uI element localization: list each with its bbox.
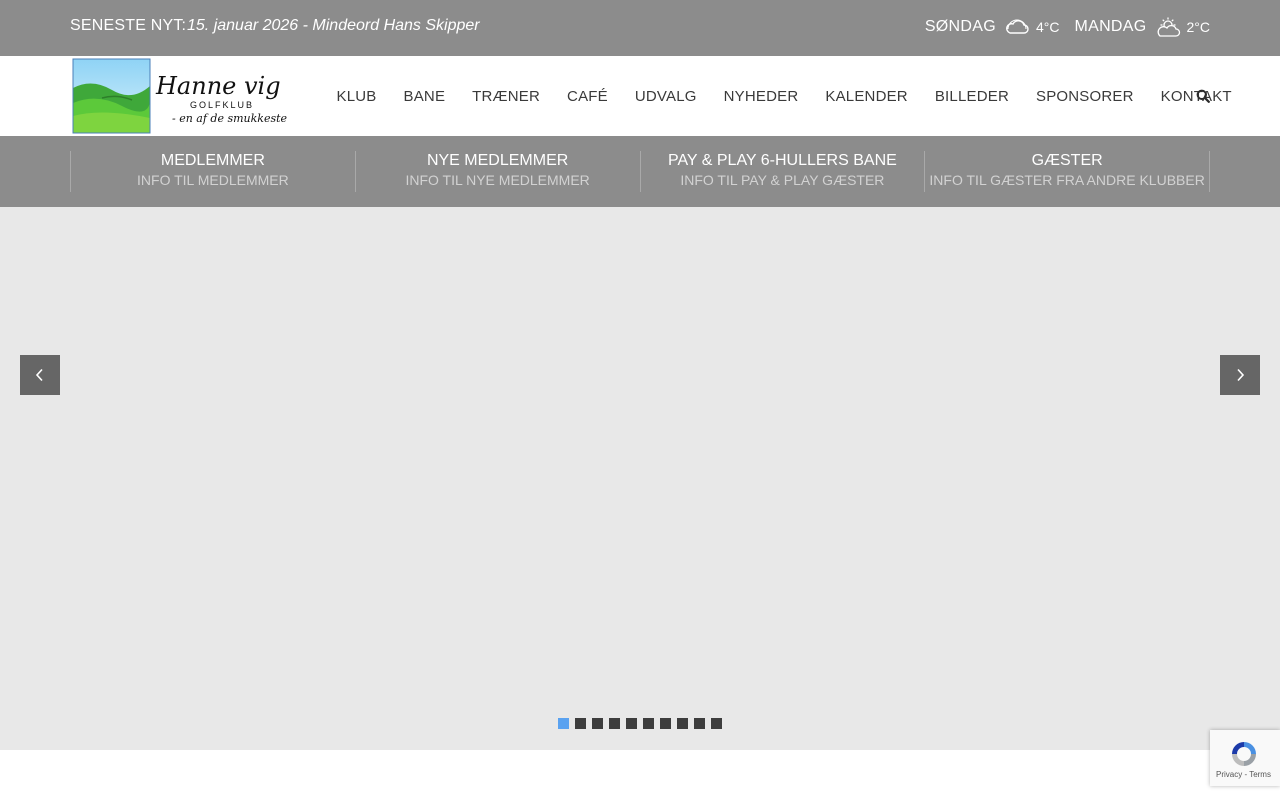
nav-cafe[interactable]: CAFÉ — [554, 88, 622, 105]
nav-sponsorer[interactable]: SPONSORER — [1022, 88, 1147, 105]
weather-day-name: MANDAG — [1074, 18, 1147, 35]
slider-dot[interactable] — [643, 718, 654, 729]
svg-text:Hanne vig: Hanne vig — [155, 72, 281, 100]
nav-nyheder[interactable]: NYHEDER — [710, 88, 812, 105]
slider-dot[interactable] — [660, 718, 671, 729]
nav-billeder[interactable]: BILLEDER — [921, 88, 1022, 105]
nav-traener[interactable]: TRÆNER — [459, 88, 554, 105]
quicklink-subtitle: INFO TIL PAY & PLAY GÆSTER — [680, 172, 885, 188]
svg-text:GOLFKLUB: GOLFKLUB — [190, 100, 254, 110]
nav-bane[interactable]: BANE — [390, 88, 459, 105]
slider-prev-button[interactable] — [20, 355, 60, 395]
main-menu: KLUB BANE TRÆNER CAFÉ UDVALG NYHEDER KAL… — [323, 56, 1245, 136]
quicklink-subtitle: INFO TIL GÆSTER FRA ANDRE KLUBBER — [929, 172, 1205, 188]
partly-cloudy-icon — [1157, 17, 1180, 37]
quicklink-title: GÆSTER — [1031, 152, 1103, 169]
club-logo[interactable]: Hanne vig GOLFKLUB - en af de smukkeste — [72, 58, 298, 134]
slider-dot[interactable] — [558, 718, 569, 729]
weather-day: SØNDAG 4°C — [925, 17, 1060, 37]
recaptcha-icon — [1232, 742, 1256, 766]
slider-dot[interactable] — [609, 718, 620, 729]
quicklink-title: MEDLEMMER — [160, 152, 265, 169]
chevron-right-icon — [1237, 368, 1245, 382]
nav-kalender[interactable]: KALENDER — [812, 88, 921, 105]
slider-dot[interactable] — [711, 718, 722, 729]
weather-day: MANDAG 2°C — [1074, 17, 1210, 37]
search-icon[interactable] — [1196, 89, 1210, 103]
quicklinks-bar: MEDLEMMER INFO TIL MEDLEMMER NYE MEDLEMM… — [0, 136, 1280, 207]
slider-dot[interactable] — [626, 718, 637, 729]
slider-dot[interactable] — [592, 718, 603, 729]
weather-day-name: SØNDAG — [924, 18, 996, 35]
recaptcha-terms-link[interactable]: Privacy - Terms — [1216, 770, 1271, 779]
top-bar: SENESTE NYT: 15. januar 2026 - Mindeord … — [0, 0, 1280, 56]
cloud-icon — [1006, 19, 1029, 34]
hero-slider — [0, 207, 1280, 750]
quicklink-gaester[interactable]: GÆSTER INFO TIL GÆSTER FRA ANDRE KLUBBER — [925, 151, 1210, 192]
quicklink-pay-and-play[interactable]: PAY & PLAY 6-HULLERS BANE INFO TIL PAY &… — [641, 151, 926, 192]
svg-text:- en af de smukkeste: - en af de smukkeste — [172, 112, 288, 125]
quicklink-title: NYE MEDLEMMER — [426, 152, 569, 169]
news-ticker-link[interactable]: 15. januar 2026 - Mindeord Hans Skipper — [187, 17, 480, 35]
slider-pagination — [558, 718, 728, 729]
weather-temp: 2°C — [1186, 19, 1211, 35]
weather-temp: 4°C — [1035, 19, 1060, 35]
quicklink-subtitle: INFO TIL MEDLEMMER — [137, 172, 289, 188]
quicklink-subtitle: INFO TIL NYE MEDLEMMER — [405, 172, 590, 188]
slider-dot[interactable] — [575, 718, 586, 729]
quicklink-nye-medlemmer[interactable]: NYE MEDLEMMER INFO TIL NYE MEDLEMMER — [356, 151, 641, 192]
weather-widget: SØNDAG 4°C MANDAG 2°C — [910, 17, 1210, 37]
quicklinks-row: MEDLEMMER INFO TIL MEDLEMMER NYE MEDLEMM… — [70, 151, 1210, 192]
main-navbar: Hanne vig GOLFKLUB - en af de smukkeste … — [0, 56, 1280, 136]
nav-klub[interactable]: KLUB — [323, 88, 390, 105]
nav-udvalg[interactable]: UDVALG — [621, 88, 710, 105]
slider-dot[interactable] — [694, 718, 705, 729]
news-label: SENESTE NYT: — [70, 17, 187, 34]
quicklink-title: PAY & PLAY 6-HULLERS BANE — [667, 152, 897, 169]
slider-dot[interactable] — [677, 718, 688, 729]
slider-next-button[interactable] — [1220, 355, 1260, 395]
chevron-left-icon — [35, 368, 43, 382]
recaptcha-badge[interactable]: Privacy - Terms — [1210, 730, 1280, 786]
quicklink-medlemmer[interactable]: MEDLEMMER INFO TIL MEDLEMMER — [71, 151, 356, 192]
